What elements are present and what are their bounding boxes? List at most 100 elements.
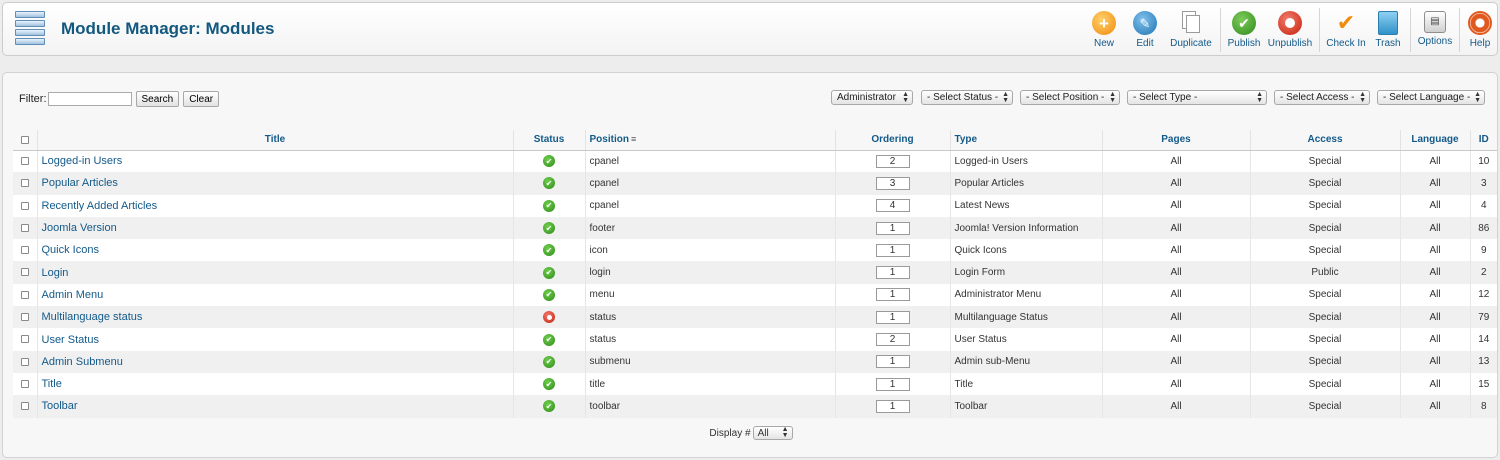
module-title-link[interactable]: Quick Icons (42, 244, 99, 256)
access-select[interactable]: - Select Access - ▲ ▼ (1274, 90, 1370, 105)
ordering-cell: 3 (834, 172, 950, 195)
published-status-icon[interactable]: ✔ (543, 222, 555, 235)
clear-button[interactable]: Clear (183, 91, 220, 107)
help-button[interactable]: Help (1463, 7, 1497, 53)
title-cell: Popular Articles (36, 172, 513, 195)
published-status-icon[interactable]: ✔ (543, 355, 555, 368)
pages-cell: All (1101, 328, 1250, 351)
ordering-input[interactable]: 4 (875, 199, 910, 213)
status-select[interactable]: - Select Status - ▲ ▼ (921, 90, 1013, 105)
published-status-icon[interactable]: ✔ (543, 177, 555, 190)
column-header-type[interactable]: Type (949, 130, 1102, 151)
published-status-icon[interactable]: ✔ (543, 199, 555, 212)
client-select[interactable]: Administrator ▲ ▼ (831, 90, 913, 105)
type-select[interactable]: - Select Type - ▲ ▼ (1127, 90, 1267, 105)
ordering-input[interactable]: 2 (875, 333, 910, 347)
table-row: Popular Articles ✔ cpanel 3 Popular Articles… (13, 172, 1497, 195)
row-select-cell (13, 283, 37, 307)
publish-button[interactable]: ✔ Publish (1224, 7, 1264, 53)
module-title-link[interactable]: Logged-in Users (42, 155, 123, 167)
unpublished-status-icon[interactable] (543, 311, 555, 324)
duplicate-button[interactable]: Duplicate (1165, 7, 1217, 53)
edit-button[interactable]: ✎ Edit (1125, 7, 1165, 53)
table-header-row: Title Status Position ≡ Ordering Type Pag… (13, 130, 1497, 151)
published-status-icon[interactable]: ✔ (543, 378, 555, 391)
trash-button[interactable]: Trash (1369, 7, 1407, 53)
sort-ascending-icon: ≡ (630, 134, 637, 145)
toolbar: + New ✎ Edit Duplicate ✔ Publish Unpubli… (1083, 7, 1497, 53)
search-button[interactable]: Search (135, 91, 180, 107)
ordering-input[interactable]: 1 (875, 310, 910, 324)
ordering-input[interactable]: 2 (875, 154, 910, 168)
pages-cell: All (1101, 395, 1250, 418)
check-in-button[interactable]: ✔ Check In (1323, 7, 1369, 53)
position-cell: login (584, 261, 835, 284)
status-cell: ✔ (512, 239, 585, 262)
module-title-link[interactable]: Popular Articles (42, 177, 118, 189)
new-button[interactable]: + New (1083, 7, 1125, 53)
row-checkbox[interactable] (20, 290, 29, 299)
column-header-position[interactable]: Position ≡ (584, 130, 835, 151)
pages-cell: All (1101, 172, 1250, 195)
column-header-access[interactable]: Access (1249, 130, 1400, 151)
ordering-input[interactable]: 1 (875, 399, 910, 413)
select-arrows-icon: ▲ ▼ (1256, 91, 1263, 104)
ordering-input[interactable]: 1 (875, 377, 910, 391)
module-title-link[interactable]: Title (42, 378, 62, 390)
ordering-input[interactable]: 1 (875, 355, 910, 369)
row-checkbox[interactable] (20, 157, 29, 166)
column-header-title[interactable]: Title (36, 130, 513, 151)
ordering-input[interactable]: 3 (875, 176, 910, 190)
published-status-icon[interactable]: ✔ (543, 244, 555, 257)
module-title-link[interactable]: Admin Menu (42, 289, 104, 301)
row-checkbox[interactable] (20, 223, 29, 232)
row-checkbox[interactable] (20, 335, 29, 344)
title-cell: Login (36, 261, 513, 284)
row-checkbox[interactable] (20, 402, 29, 411)
published-status-icon[interactable]: ✔ (543, 333, 555, 346)
options-button[interactable]: ▤ Options (1414, 7, 1456, 53)
published-status-icon[interactable]: ✔ (543, 400, 555, 413)
module-title-link[interactable]: User Status (42, 334, 99, 346)
filter-search-input[interactable] (47, 92, 132, 106)
checkmark-icon: ✔ (1336, 10, 1356, 35)
display-count-select[interactable]: All ▲ ▼ (752, 426, 793, 440)
position-select[interactable]: - Select Position - ▲ ▼ (1020, 90, 1120, 105)
row-checkbox[interactable] (20, 179, 29, 188)
unpublish-button[interactable]: Unpublish (1264, 7, 1316, 53)
column-header-pages[interactable]: Pages (1101, 130, 1250, 151)
column-header-status[interactable]: Status (512, 130, 585, 151)
row-checkbox[interactable] (20, 379, 29, 388)
module-title-link[interactable]: Multilanguage status (42, 311, 143, 323)
column-header-id[interactable]: ID (1469, 130, 1497, 151)
module-title-link[interactable]: Admin Submenu (42, 356, 123, 368)
row-checkbox[interactable] (20, 268, 29, 277)
id-cell: 14 (1469, 328, 1497, 351)
title-cell: Admin Submenu (36, 350, 513, 373)
modules-table: Title Status Position ≡ Ordering Type Pag… (13, 130, 1497, 418)
row-checkbox[interactable] (20, 313, 29, 322)
ordering-input[interactable]: 1 (875, 288, 910, 302)
ordering-input[interactable]: 1 (875, 266, 910, 280)
row-select-cell (13, 372, 37, 396)
module-title-link[interactable]: Login (42, 267, 69, 279)
modules-table-body: Logged-in Users ✔ cpanel 2 Logged-in Users Al… (13, 150, 1497, 418)
column-header-ordering[interactable]: Ordering (834, 130, 950, 151)
row-checkbox[interactable] (20, 246, 29, 255)
published-status-icon[interactable]: ✔ (543, 288, 555, 301)
options-icon: ▤ (1424, 11, 1446, 33)
unpublish-icon (1278, 11, 1302, 35)
ordering-input[interactable]: 1 (875, 221, 910, 235)
toolbar-divider (1319, 8, 1320, 52)
published-status-icon[interactable]: ✔ (543, 155, 555, 168)
published-status-icon[interactable]: ✔ (543, 266, 555, 279)
select-all-checkbox[interactable] (20, 135, 29, 144)
language-select[interactable]: - Select Language - ▲ ▼ (1377, 90, 1485, 105)
row-checkbox[interactable] (20, 201, 29, 210)
module-title-link[interactable]: Recently Added Articles (42, 200, 158, 212)
column-header-language[interactable]: Language (1399, 130, 1470, 151)
row-checkbox[interactable] (20, 357, 29, 366)
module-title-link[interactable]: Joomla Version (42, 222, 117, 234)
ordering-input[interactable]: 1 (875, 243, 910, 257)
module-title-link[interactable]: Toolbar (42, 400, 78, 412)
